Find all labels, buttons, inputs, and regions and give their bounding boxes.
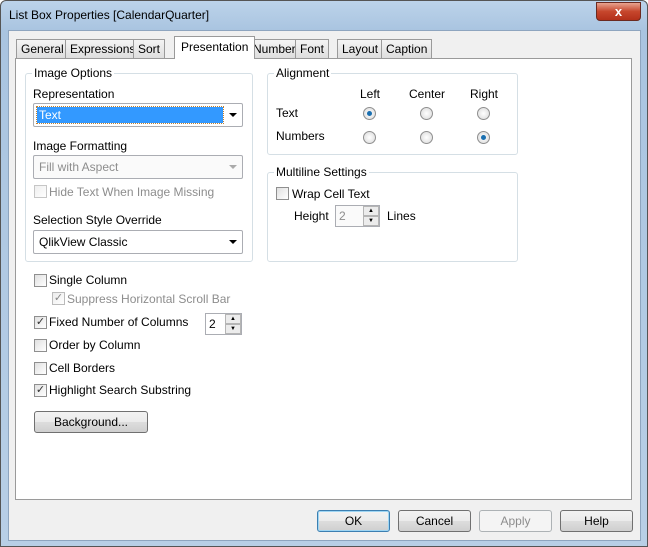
representation-label: Representation (33, 87, 115, 101)
height-stepper[interactable]: 2 ▲ ▼ (335, 205, 380, 227)
suppress-hscroll-label: Suppress Horizontal Scroll Bar (67, 292, 231, 306)
lines-label: Lines (387, 209, 416, 223)
numbers-left-radio[interactable] (363, 131, 376, 144)
suppress-hscroll-checkbox[interactable]: ✓ (52, 292, 65, 305)
height-value: 2 (339, 209, 346, 223)
text-center-radio[interactable] (420, 107, 433, 120)
close-button[interactable]: x (596, 2, 641, 21)
wrap-cell-text-checkbox[interactable] (276, 187, 289, 200)
chevron-down-icon (229, 165, 237, 169)
selection-style-label: Selection Style Override (33, 213, 162, 227)
col-right: Right (470, 87, 499, 101)
text-row-label: Text (276, 106, 299, 120)
tab-expressions[interactable]: Expressions (65, 39, 141, 58)
col-center: Center (409, 87, 446, 101)
single-column-label: Single Column (49, 273, 128, 287)
representation-value: Text (36, 106, 224, 124)
image-formatting-select[interactable]: Fill with Aspect (33, 155, 243, 179)
single-column-checkbox[interactable] (34, 274, 47, 287)
multiline-label: Multiline Settings (274, 165, 369, 179)
height-label: Height (294, 209, 329, 223)
chevron-down-icon (229, 113, 237, 117)
tab-font[interactable]: Font (295, 39, 330, 58)
cell-borders-label: Cell Borders (49, 361, 116, 375)
fixed-columns-label: Fixed Number of Columns (49, 315, 189, 329)
help-button[interactable]: Help (560, 510, 633, 532)
wrap-cell-text-label: Wrap Cell Text (292, 187, 370, 201)
text-left-radio[interactable] (363, 107, 376, 120)
spin-up-icon[interactable]: ▲ (363, 206, 379, 216)
window-title: List Box Properties [CalendarQuarter] (9, 8, 210, 22)
image-options-label: Image Options (32, 66, 115, 80)
highlight-search-label: Highlight Search Substring (49, 383, 192, 397)
chevron-down-icon (229, 240, 237, 244)
hide-text-checkbox[interactable] (34, 185, 47, 198)
numbers-right-radio[interactable] (477, 131, 490, 144)
tab-presentation[interactable]: Presentation (174, 36, 256, 59)
numbers-center-radio[interactable] (420, 131, 433, 144)
tab-layout[interactable]: Layout (337, 39, 384, 58)
selection-style-value: QlikView Classic (39, 235, 128, 249)
hide-text-label: Hide Text When Image Missing (49, 185, 215, 199)
highlight-search-checkbox[interactable]: ✓ (34, 384, 47, 397)
fixed-columns-stepper[interactable]: 2 ▲ ▼ (205, 313, 242, 335)
selection-style-select[interactable]: QlikView Classic (33, 230, 243, 254)
fixed-columns-checkbox[interactable]: ✓ (34, 316, 47, 329)
text-right-radio[interactable] (477, 107, 490, 120)
image-formatting-label: Image Formatting (33, 139, 128, 153)
background-button[interactable]: Background... (34, 411, 148, 433)
ok-button[interactable]: OK (317, 510, 390, 532)
cell-borders-checkbox[interactable] (34, 362, 47, 375)
tab-caption[interactable]: Caption (381, 39, 433, 58)
cancel-button[interactable]: Cancel (398, 510, 471, 532)
col-left: Left (360, 87, 381, 101)
tab-number[interactable]: Number (248, 39, 301, 58)
fixed-columns-value: 2 (209, 317, 216, 331)
order-by-column-checkbox[interactable] (34, 339, 47, 352)
numbers-row-label: Numbers (276, 129, 325, 143)
spin-down-icon[interactable]: ▼ (363, 216, 379, 226)
representation-select[interactable]: Text (33, 103, 243, 127)
tab-general[interactable]: General (16, 39, 69, 58)
apply-button[interactable]: Apply (479, 510, 552, 532)
spin-down-icon[interactable]: ▼ (225, 324, 241, 334)
order-by-column-label: Order by Column (49, 338, 141, 352)
tab-sort[interactable]: Sort (133, 39, 166, 58)
spin-up-icon[interactable]: ▲ (225, 314, 241, 324)
image-formatting-value: Fill with Aspect (39, 160, 119, 174)
alignment-label: Alignment (274, 66, 332, 80)
